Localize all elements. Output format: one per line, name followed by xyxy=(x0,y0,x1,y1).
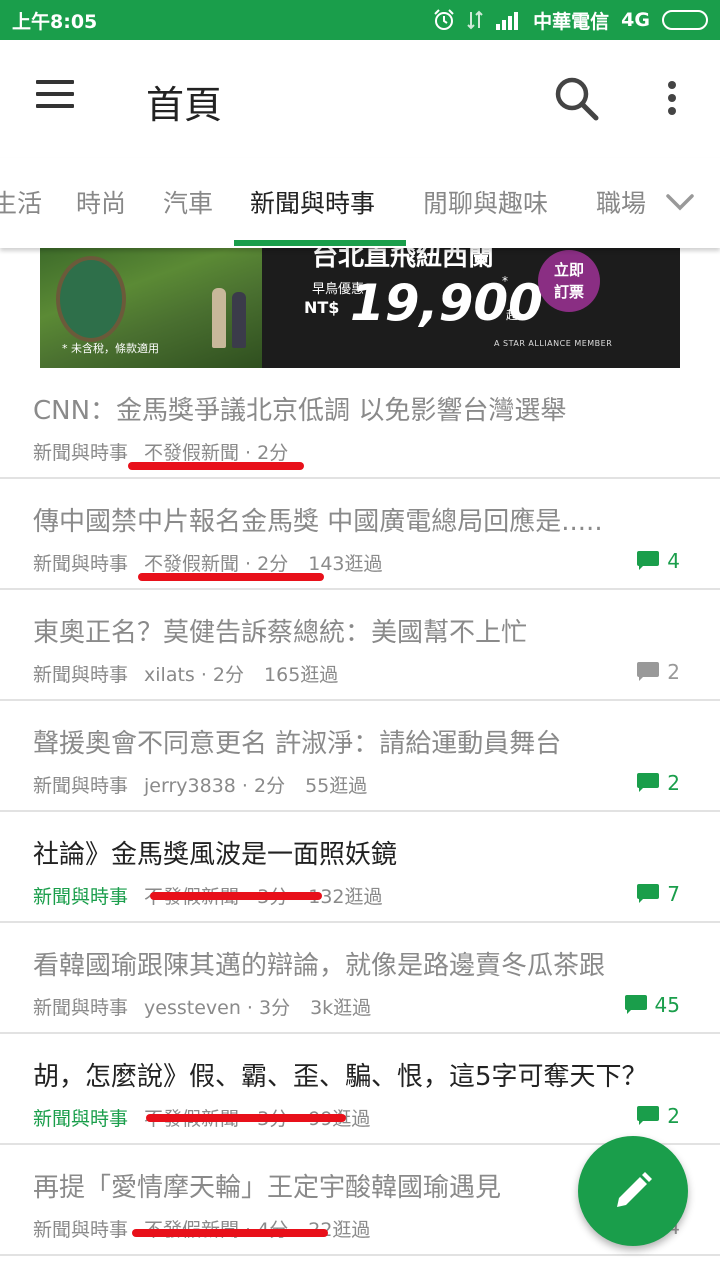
ad-headline: 台北直飛紐西蘭 xyxy=(312,248,495,272)
post-source: 不發假新聞 · 2分 xyxy=(144,553,289,575)
tab-cars[interactable]: 汽車 xyxy=(163,184,213,220)
post-category: 新聞與時事 xyxy=(33,1108,129,1130)
list-item[interactable]: 聲援奧會不同意更名 許淑淨：請給運動員舞台 新聞與時事 jerry3838 · 2… xyxy=(0,701,720,812)
comment-icon xyxy=(637,884,660,904)
search-icon[interactable] xyxy=(552,74,600,122)
comment-icon xyxy=(637,773,660,793)
active-tab-indicator xyxy=(234,240,406,246)
chevron-down-icon[interactable] xyxy=(660,182,700,222)
comment-icon xyxy=(624,995,647,1015)
post-views: 165逛過 xyxy=(264,664,339,686)
comment-count: 2 xyxy=(637,771,680,795)
comment-count: 2 xyxy=(637,1104,680,1128)
post-category: 新聞與時事 xyxy=(33,997,129,1019)
pencil-icon xyxy=(617,1172,652,1207)
comment-icon xyxy=(637,1106,660,1126)
comment-count: 2 xyxy=(637,660,680,684)
list-item[interactable]: 傳中國禁中片報名金馬獎 中國廣電總局回應是..... 新聞與時事 不發假新聞 · … xyxy=(0,479,720,590)
post-meta: 新聞與時事 不發假新聞 · 2分 xyxy=(33,438,308,465)
app-bar: 首頁 xyxy=(0,40,720,158)
status-time: 上午8:05 xyxy=(12,10,98,33)
post-views: 143逛過 xyxy=(308,553,383,575)
post-category: 新聞與時事 xyxy=(33,886,129,908)
comment-icon xyxy=(637,662,660,682)
post-views: 55逛過 xyxy=(305,775,368,797)
post-meta: 新聞與時事 不發假新聞 · 2分 143逛過 xyxy=(33,549,383,576)
post-source: 不發假新聞 · 2分 xyxy=(144,442,289,464)
more-options-icon[interactable] xyxy=(660,78,684,118)
menu-icon[interactable] xyxy=(36,80,74,110)
post-category: 新聞與時事 xyxy=(33,442,129,464)
news-list: CNN：金馬獎爭議北京低調 以免影響台灣選舉 新聞與時事 不發假新聞 · 2分 傳… xyxy=(0,368,720,1256)
tab-fashion[interactable]: 時尚 xyxy=(76,184,126,220)
ad-asterisk: * xyxy=(502,274,508,288)
post-category: 新聞與時事 xyxy=(33,664,129,686)
tab-news[interactable]: 新聞與時事 xyxy=(250,184,375,220)
list-item[interactable]: 看韓國瑜跟陳其邁的辯論，就像是路邊賣冬瓜茶跟 新聞與時事 yessteven · … xyxy=(0,923,720,1034)
red-annotation xyxy=(128,462,304,470)
signal-icon xyxy=(495,10,521,30)
status-bar: 上午8:05 中華電信 4G xyxy=(0,0,720,40)
ad-price: 19,900 xyxy=(350,274,543,332)
page-title: 首頁 xyxy=(146,83,223,127)
list-item[interactable]: CNN：金馬獎爭議北京低調 以免影響台灣選舉 新聞與時事 不發假新聞 · 2分 xyxy=(0,368,720,479)
post-source: xilats · 2分 xyxy=(144,664,245,686)
comment-count: 45 xyxy=(624,993,680,1017)
tab-chat-fun[interactable]: 閒聊與趣味 xyxy=(423,184,548,220)
post-title: 傳中國禁中片報名金馬獎 中國廣電總局回應是..... xyxy=(33,507,603,537)
post-category: 新聞與時事 xyxy=(33,1219,129,1241)
battery-icon xyxy=(662,10,708,30)
red-annotation xyxy=(138,573,324,581)
red-annotation xyxy=(150,892,322,900)
ad-banner[interactable]: * 未含稅，條款適用 台北直飛紐西蘭 早鳥優惠 NT$ 19,900 * 起 立… xyxy=(40,248,680,368)
post-category: 新聞與時事 xyxy=(33,553,129,575)
post-title: 東奧正名？莫健告訴蔡總統：美國幫不上忙 xyxy=(33,618,528,648)
status-right: 中華電信 4G xyxy=(433,7,708,34)
post-title: CNN：金馬獎爭議北京低調 以免影響台灣選舉 xyxy=(33,396,567,426)
list-item[interactable]: 社論》金馬獎風波是一面照妖鏡 新聞與時事不發假新聞 · 3分132逛過 7 xyxy=(0,812,720,923)
post-title: 胡，怎麼說》假、霸、歪、騙、恨，這5字可奪天下？ xyxy=(33,1062,648,1092)
tab-career[interactable]: 職場 xyxy=(596,184,646,220)
post-title: 社論》金馬獎風波是一面照妖鏡 xyxy=(33,840,398,870)
ad-price-suffix: 起 xyxy=(506,308,519,322)
comment-icon xyxy=(637,551,660,571)
ad-member-text: A STAR ALLIANCE MEMBER xyxy=(494,339,613,348)
carrier-label: 中華電信 xyxy=(533,10,610,33)
ad-book-button[interactable]: 立即 訂票 xyxy=(538,250,600,312)
red-annotation xyxy=(132,1229,328,1237)
post-title: 看韓國瑜跟陳其邁的辯論，就像是路邊賣冬瓜茶跟 xyxy=(33,951,606,981)
comment-count: 7 xyxy=(637,882,680,906)
post-meta: 新聞與時事 yessteven · 3分 3k逛過 xyxy=(33,993,371,1020)
post-meta: 新聞與時事 jerry3838 · 2分 55逛過 xyxy=(33,771,367,798)
post-meta: 新聞與時事 xilats · 2分 165逛過 xyxy=(33,660,338,687)
list-item[interactable]: 東奧正名？莫健告訴蔡總統：美國幫不上忙 新聞與時事 xilats · 2分 165逛… xyxy=(0,590,720,701)
tab-life[interactable]: 生活 xyxy=(0,184,42,220)
post-category: 新聞與時事 xyxy=(33,775,129,797)
data-transfer-icon xyxy=(467,10,483,30)
network-type: 4G xyxy=(621,9,650,31)
category-tabs: 生活 時尚 汽車 新聞與時事 閒聊與趣味 職場 xyxy=(0,158,720,248)
compose-button[interactable] xyxy=(578,1136,688,1246)
post-views: 3k逛過 xyxy=(310,997,372,1019)
alarm-icon xyxy=(433,9,455,31)
post-source: yessteven · 3分 xyxy=(144,997,291,1019)
list-item[interactable]: 胡，怎麼說》假、霸、歪、騙、恨，這5字可奪天下？ 新聞與時事不發假新聞 · 3分… xyxy=(0,1034,720,1145)
post-title: 聲援奧會不同意更名 許淑淨：請給運動員舞台 xyxy=(33,729,562,759)
red-annotation xyxy=(146,1114,346,1122)
ad-currency: NT$ xyxy=(304,298,340,317)
comment-count: 4 xyxy=(637,549,680,573)
post-source: jerry3838 · 2分 xyxy=(144,775,286,797)
ad-photo: * 未含稅，條款適用 xyxy=(40,248,262,368)
ad-note: * 未含稅，條款適用 xyxy=(62,342,159,355)
